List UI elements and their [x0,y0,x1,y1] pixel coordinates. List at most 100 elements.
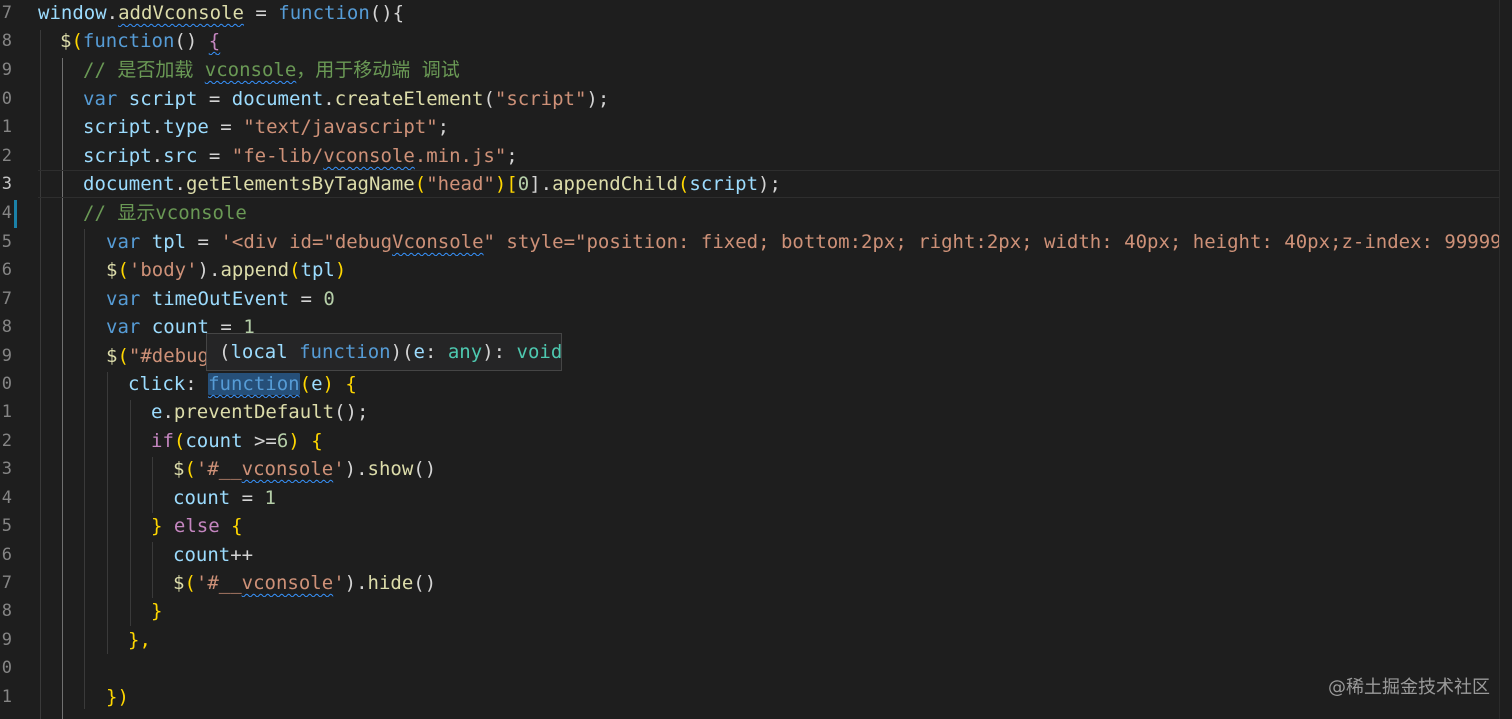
code-token: tpl [300,259,335,281]
code-token: count [151,316,209,338]
code-line[interactable]: // 显示vconsole [38,199,1512,227]
code-line[interactable]: window.addVconsole = function(){ [38,0,1512,27]
code-line[interactable]: script.src = "fe-lib/vconsole.min.js"; [38,142,1512,170]
code-line[interactable]: // 是否加载 vconsole，用于移动端 调试 [38,56,1512,84]
code-token: $ [60,30,72,52]
code-token: appendChild [552,173,678,195]
code-token: document [231,88,324,110]
code-token: Vconsole [392,231,484,253]
code-line[interactable]: count++ [38,541,1512,569]
code-token: ( [184,572,196,594]
tooltip-token: void [516,341,563,363]
code-token: var [106,316,141,338]
code-token: . [162,401,174,423]
code-comment: vconsole [204,59,297,81]
code-line[interactable]: var script = document.createElement("scr… [38,85,1512,113]
line-number: 4 [1,488,12,508]
code-line[interactable]: $('#__vconsole').show() [38,455,1512,483]
code-token: ( [173,430,186,452]
line-number: 0 [1,658,12,678]
code-line[interactable]: e.preventDefault(); [38,398,1512,426]
code-line[interactable]: } else { [38,512,1512,540]
code-line[interactable]: $(function() { [38,27,1512,55]
code-token: '<div id="debug [220,231,393,253]
code-line[interactable]: }) [38,683,1512,711]
code-token: '#__ [195,458,242,480]
code-token: = [197,88,232,110]
code-token: ( [414,173,427,195]
code-token: 6 [276,430,289,452]
line-number: 8 [1,601,12,621]
code-token: document [83,173,175,195]
code-token: "#debug [128,345,209,367]
line-number-gutter: 7 8 9 0 1 2 3 4 5 6 7 8 9 0 1 2 3 4 5 6 7 8 9 0 1 [0,0,14,719]
tooltip-token: )( [390,341,414,363]
code-token: src [163,145,198,167]
code-token: "script" [494,88,587,110]
code-token: = [243,2,279,24]
code-token: show [367,458,414,480]
code-line[interactable]: var tpl = '<div id="debugVconsole" style… [38,228,1512,256]
tooltip-token: function [299,341,391,363]
code-token: script [128,88,198,110]
tooltip-token: ( [219,341,231,363]
code-token: () [174,30,209,52]
code-line[interactable]: if(count >=6) { [38,427,1512,455]
code-line[interactable]: }, [38,626,1512,654]
code-token: 1 [264,487,276,509]
code-token: = [230,487,265,509]
line-number: 5 [1,232,12,252]
code-token: ) [334,259,347,281]
code-token: .min.js" [414,145,507,167]
code-token: }, [128,629,151,651]
code-line[interactable]: $('body').append(tpl) [38,256,1512,284]
code-line[interactable]: script.type = "text/javascript"; [38,113,1512,141]
code-editor[interactable]: 7890123456789012345678901 window.addVcon… [0,0,1512,719]
code-token: if [151,430,174,452]
tooltip-token: ): [482,341,517,363]
code-token: . [323,88,335,110]
code-token: 0 [323,288,335,310]
code-line[interactable]: } [38,597,1512,625]
tooltip-token: : [424,341,448,363]
code-token: timeOutEvent [151,288,290,310]
line-number: 1 [1,687,12,707]
code-token: function [278,2,370,24]
code-token: ). [344,572,368,594]
modified-line-indicator [14,200,17,228]
line-number: 3 [1,174,12,194]
line-number: 5 [1,516,12,536]
code-token: ' [333,572,345,594]
code-token: { [208,30,221,52]
code-token: ( [289,259,301,281]
code-comment: ，用于移动端 调试 [296,59,460,81]
vertical-scrollbar[interactable] [1499,0,1512,719]
code-token: () [413,458,437,480]
code-line[interactable]: click: function(e) { [38,370,1512,398]
tooltip-token [288,341,299,363]
code-token: ) { [322,373,357,395]
line-number: 6 [1,260,12,280]
code-token: script [689,173,759,195]
code-token: = [208,116,244,138]
code-token: e [311,373,323,395]
code-token: }) [106,686,129,708]
code-line-current[interactable]: document.getElementsByTagName("head")[0]… [38,170,1512,198]
code-line[interactable]: $('#__vconsole').hide() [38,569,1512,597]
code-token: hide [367,572,414,594]
code-comment: // 显示 [83,202,156,224]
code-token: var [83,88,118,110]
code-token: ). [197,259,221,281]
code-token: >= [242,430,277,452]
code-comment: vconsole [155,202,247,224]
code-token: . [151,145,164,167]
code-line[interactable]: var timeOutEvent = 0 [38,285,1512,313]
code-token: e [151,401,163,423]
code-line[interactable]: count = 1 [38,484,1512,512]
code-token: var [106,288,141,310]
code-token: window [38,2,107,24]
line-number: 1 [1,117,12,137]
code-token: $ [173,458,185,480]
